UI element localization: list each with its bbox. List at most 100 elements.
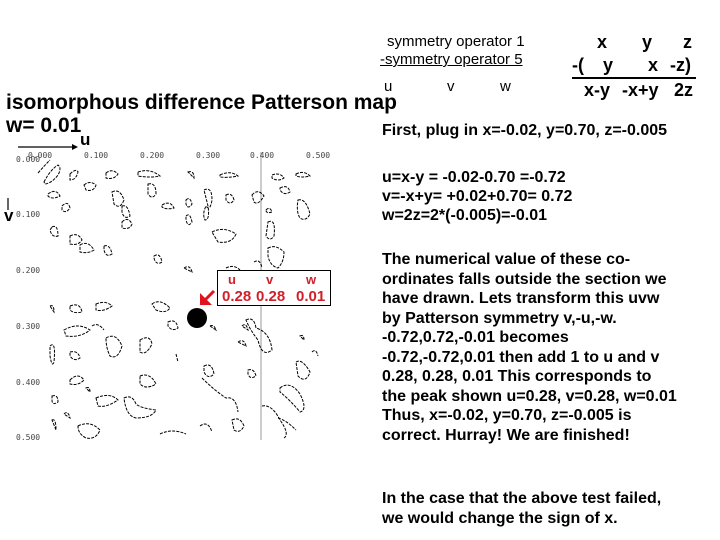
- subtraction-line: [572, 77, 696, 79]
- contour: [185, 214, 193, 226]
- contour: [279, 186, 291, 195]
- contour: [43, 164, 61, 185]
- paragraph-line: -0.72,-0.72,0.01 then add 1 to u and v: [382, 348, 660, 366]
- contour: [277, 417, 297, 431]
- contour: [159, 430, 187, 435]
- contour: [183, 266, 193, 273]
- u-axis-arrow: [18, 144, 78, 150]
- contour: [185, 198, 193, 208]
- contour: [139, 337, 153, 354]
- calc-line-w: w=2z=2*(-0.005)=-0.01: [382, 207, 547, 224]
- contour: [175, 353, 179, 363]
- paragraph-line: have drawn. Lets transform this uvw: [382, 290, 660, 307]
- paragraph-line: Thus, x=-0.02, y=0.70, z=-0.005 is: [382, 407, 632, 424]
- contour: [123, 396, 157, 419]
- contour: [311, 350, 319, 357]
- u-tick: 0.200: [140, 151, 165, 160]
- v-tick: 0.300: [16, 322, 41, 331]
- u-tick: 0.400: [250, 151, 275, 160]
- contour: [231, 418, 245, 432]
- contour: [167, 320, 179, 331]
- contour: [91, 324, 105, 331]
- paragraph-line: correct. Hurray! We are finished!: [382, 426, 630, 444]
- contour: [296, 199, 311, 220]
- contour: [121, 205, 131, 218]
- contour: [211, 228, 237, 243]
- peak-header-v: v: [266, 272, 274, 287]
- contour: [265, 220, 275, 240]
- contour: [271, 173, 285, 181]
- contour: [279, 384, 305, 413]
- op1-z: z: [683, 32, 692, 52]
- contour: [51, 395, 59, 405]
- contour: [69, 375, 85, 385]
- contour: [95, 301, 113, 311]
- op5-neg-z: -z): [670, 55, 691, 75]
- u-axis-label: u: [80, 130, 91, 149]
- calc-line-v: v=-x+y= +0.02+0.70= 0.72: [382, 188, 573, 205]
- contour: [261, 405, 287, 439]
- v-tick: 0.500: [16, 433, 41, 442]
- paragraph-line: the peak shown u=0.28, v=0.28, w=0.01: [382, 387, 677, 405]
- peak-header-u: u: [228, 272, 236, 287]
- contour: [209, 325, 217, 332]
- contour: [69, 304, 83, 314]
- contour: [187, 171, 195, 180]
- contour: [201, 377, 239, 413]
- result-2z: 2z: [674, 80, 694, 100]
- contour: [69, 351, 81, 361]
- v-tick: 0.100: [16, 210, 41, 219]
- contour: [63, 412, 71, 420]
- contour: [51, 419, 57, 431]
- contour: [103, 245, 113, 256]
- contour: [121, 218, 133, 229]
- contour: [265, 207, 273, 214]
- paragraph-line: The numerical value of these co-: [382, 251, 631, 268]
- contour: [79, 242, 95, 254]
- v-tick: 0.200: [16, 266, 41, 275]
- op5-y: y: [603, 55, 614, 75]
- peak-arrow-icon: [200, 289, 216, 305]
- contour: [147, 183, 157, 198]
- contour: [83, 182, 97, 191]
- contour: [241, 324, 249, 332]
- contour: [153, 254, 163, 264]
- contour: [237, 340, 247, 347]
- peak-value-v: 0.28: [256, 288, 286, 305]
- contour: [69, 169, 79, 181]
- contour: [295, 360, 311, 380]
- peak-coordinates-box: u v w 0.28 0.28 0.01: [217, 270, 331, 306]
- contour: [47, 190, 61, 199]
- contour: [49, 305, 55, 314]
- contour: [105, 170, 119, 179]
- contour: [251, 191, 265, 204]
- paragraph-line: ordinates falls outside the section we: [382, 270, 667, 288]
- contour: [77, 423, 101, 439]
- contour: [137, 170, 162, 178]
- contour: [203, 364, 215, 378]
- contour: [247, 369, 257, 379]
- op5-x: x: [648, 55, 659, 75]
- contour: [105, 335, 123, 358]
- contour: [69, 234, 83, 245]
- symmetry-operator-5-label: -symmetry operator 5: [380, 51, 523, 68]
- contour: [111, 190, 125, 207]
- peak-marker: [187, 308, 207, 328]
- contour: [219, 172, 240, 178]
- contour: [49, 225, 59, 237]
- step1-text: First, plug in x=-0.02, y=0.70, z=-0.005: [382, 122, 668, 139]
- peak-value-u: 0.28: [222, 288, 252, 305]
- map-title: isomorphous difference Patterson map: [6, 91, 397, 114]
- contour: [161, 202, 175, 210]
- calc-line-u: u=x-y = -0.02-0.70 =-0.72: [382, 169, 566, 186]
- note-line: we would change the sign of x.: [382, 509, 618, 527]
- contour: [203, 188, 213, 221]
- op1-y: y: [642, 32, 653, 52]
- contour: [199, 423, 213, 433]
- v-tick: 0.400: [16, 378, 41, 387]
- contour: [299, 335, 305, 342]
- u-tick: 0.100: [84, 151, 109, 160]
- result-label-w: w: [500, 78, 511, 95]
- paragraph-line: by Patterson symmetry v,-u,-w.: [382, 309, 617, 327]
- v-axis-label: v: [4, 206, 14, 225]
